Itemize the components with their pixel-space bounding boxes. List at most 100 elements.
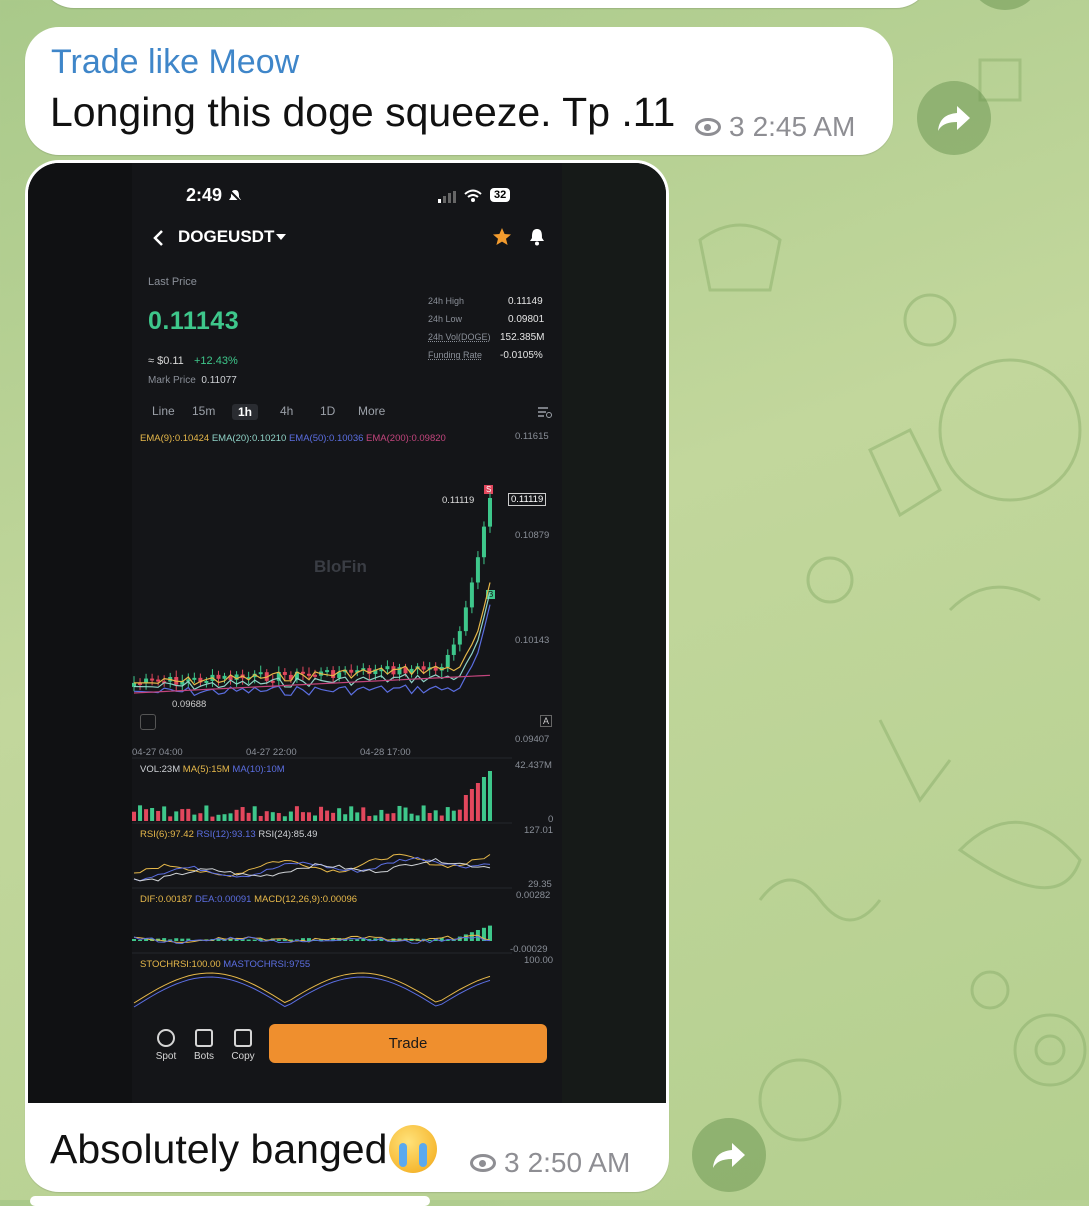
- volume-bar: [433, 810, 438, 821]
- stochrsi-axis-label: 100.00: [524, 955, 554, 966]
- candle-body: [469, 582, 474, 608]
- candle-body: [488, 498, 492, 527]
- volume-bar: [150, 807, 155, 821]
- candle-body: [451, 644, 456, 655]
- candle-body: [282, 672, 287, 675]
- forward-arrow-icon: [713, 1143, 745, 1168]
- macd-axis-label: 0.00282: [516, 890, 551, 901]
- forward-arrow-icon: [938, 106, 970, 131]
- candle-body: [204, 680, 209, 683]
- volume-bar: [469, 789, 474, 821]
- stochrsi-line: [133, 976, 491, 1008]
- views-eye-icon: [695, 118, 721, 136]
- stochrsi-legend: STOCHRSI:100.00 MASTOCHRSI:9755: [140, 959, 311, 970]
- spot-icon: [157, 1029, 175, 1047]
- macd-bar: [355, 939, 360, 941]
- rsi-axis-label: 127.01: [524, 825, 554, 836]
- macd-axis-label: -0.00029: [510, 944, 548, 955]
- volume-bar: [403, 807, 408, 821]
- candle-body: [457, 631, 462, 645]
- macd-bar: [349, 939, 354, 941]
- message-caption: Absolutely banged: [50, 1125, 438, 1173]
- candle-body: [433, 667, 438, 671]
- volume-bar: [258, 815, 263, 821]
- volume-bar: [475, 783, 480, 821]
- macd-bar: [174, 938, 179, 941]
- volume-bar: [210, 816, 215, 821]
- volume-bar: [463, 795, 468, 821]
- macd-bar: [246, 939, 251, 941]
- bot-icon: [195, 1029, 213, 1047]
- candle-body: [300, 671, 305, 674]
- volume-bar: [445, 807, 450, 821]
- volume-bar: [294, 806, 299, 821]
- forward-button-2[interactable]: [692, 1118, 766, 1192]
- volume-bar: [234, 809, 239, 821]
- volume-axis-label: 42.437M: [515, 760, 552, 771]
- volume-legend: VOL:23M MA(5):15M MA(10):10M: [140, 764, 285, 775]
- volume-bar: [282, 816, 287, 821]
- volume-bar: [306, 812, 311, 821]
- volume-bar: [325, 810, 330, 821]
- rsi-legend: RSI(6):97.42 RSI(12):93.13 RSI(24):85.49: [140, 829, 318, 840]
- volume-bar: [270, 812, 275, 821]
- trade-button[interactable]: Trade: [269, 1024, 547, 1063]
- previous-message-bubble: [40, 0, 930, 8]
- candle-body: [258, 672, 263, 675]
- candle-body: [216, 674, 221, 679]
- rsi-axis-label: 29.35: [528, 879, 552, 890]
- nav-spot[interactable]: Spot: [146, 1029, 186, 1062]
- candle-body: [349, 669, 354, 673]
- volume-bar: [421, 805, 426, 821]
- volume-bar: [246, 812, 251, 821]
- volume-bar: [367, 815, 372, 821]
- nav-copy[interactable]: Copy: [223, 1029, 263, 1062]
- message-bubble-1[interactable]: Trade like Meow Longing this doge squeez…: [25, 27, 893, 155]
- message-meta: 3 2:50 AM: [470, 1147, 630, 1179]
- volume-bar: [313, 815, 318, 821]
- candle-body: [222, 675, 227, 679]
- volume-bar: [222, 814, 227, 821]
- volume-bar: [132, 811, 136, 821]
- message-meta: 3 2:45 AM: [695, 111, 855, 143]
- volume-bar: [216, 814, 221, 821]
- candle-body: [481, 526, 486, 558]
- ema-line: [133, 591, 491, 691]
- volume-bar: [349, 806, 354, 821]
- candle-body: [325, 670, 330, 673]
- volume-bar: [451, 810, 456, 821]
- phone-screen: 2:49 32 DOGEUSDT Last Price 0.11143 ≈ $0…: [132, 163, 562, 1103]
- trading-app-screenshot[interactable]: 2:49 32 DOGEUSDT Last Price 0.11143 ≈ $0…: [28, 163, 666, 1103]
- message-time: 2:45 AM: [752, 111, 856, 142]
- copy-icon: [234, 1029, 252, 1047]
- volume-bar: [391, 813, 396, 821]
- macd-bar: [180, 938, 185, 941]
- volume-bar: [415, 815, 420, 821]
- message-text: Longing this doge squeeze. Tp .11: [50, 89, 676, 135]
- volume-bar: [264, 811, 269, 821]
- candle-body: [445, 654, 450, 668]
- forward-button-1[interactable]: [917, 81, 991, 155]
- volume-bar: [397, 805, 402, 821]
- nav-bots[interactable]: Bots: [184, 1029, 224, 1062]
- volume-bar: [168, 816, 173, 821]
- message-bubble-2[interactable]: 2:49 32 DOGEUSDT Last Price 0.11143 ≈ $0…: [25, 160, 669, 1192]
- crying-face-emoji-icon: [389, 1125, 438, 1173]
- volume-bar: [319, 806, 324, 821]
- volume-bar: [156, 810, 161, 821]
- macd-bar: [427, 939, 432, 941]
- volume-bar: [488, 771, 492, 821]
- volume-bar: [331, 812, 336, 821]
- views-count: 3: [504, 1147, 520, 1178]
- volume-bar: [379, 809, 384, 821]
- macd-bar: [138, 939, 143, 941]
- views-count: 3: [729, 111, 745, 142]
- volume-bar: [361, 807, 366, 821]
- macd-legend: DIF:0.00187 DEA:0.00091 MACD(12,26,9):0.…: [140, 894, 358, 905]
- volume-bar: [300, 812, 305, 821]
- message-time: 2:50 AM: [527, 1147, 631, 1178]
- macd-bar: [488, 925, 492, 941]
- macd-bar: [276, 939, 281, 941]
- volume-bar: [174, 811, 179, 821]
- sender-name[interactable]: Trade like Meow: [51, 43, 299, 82]
